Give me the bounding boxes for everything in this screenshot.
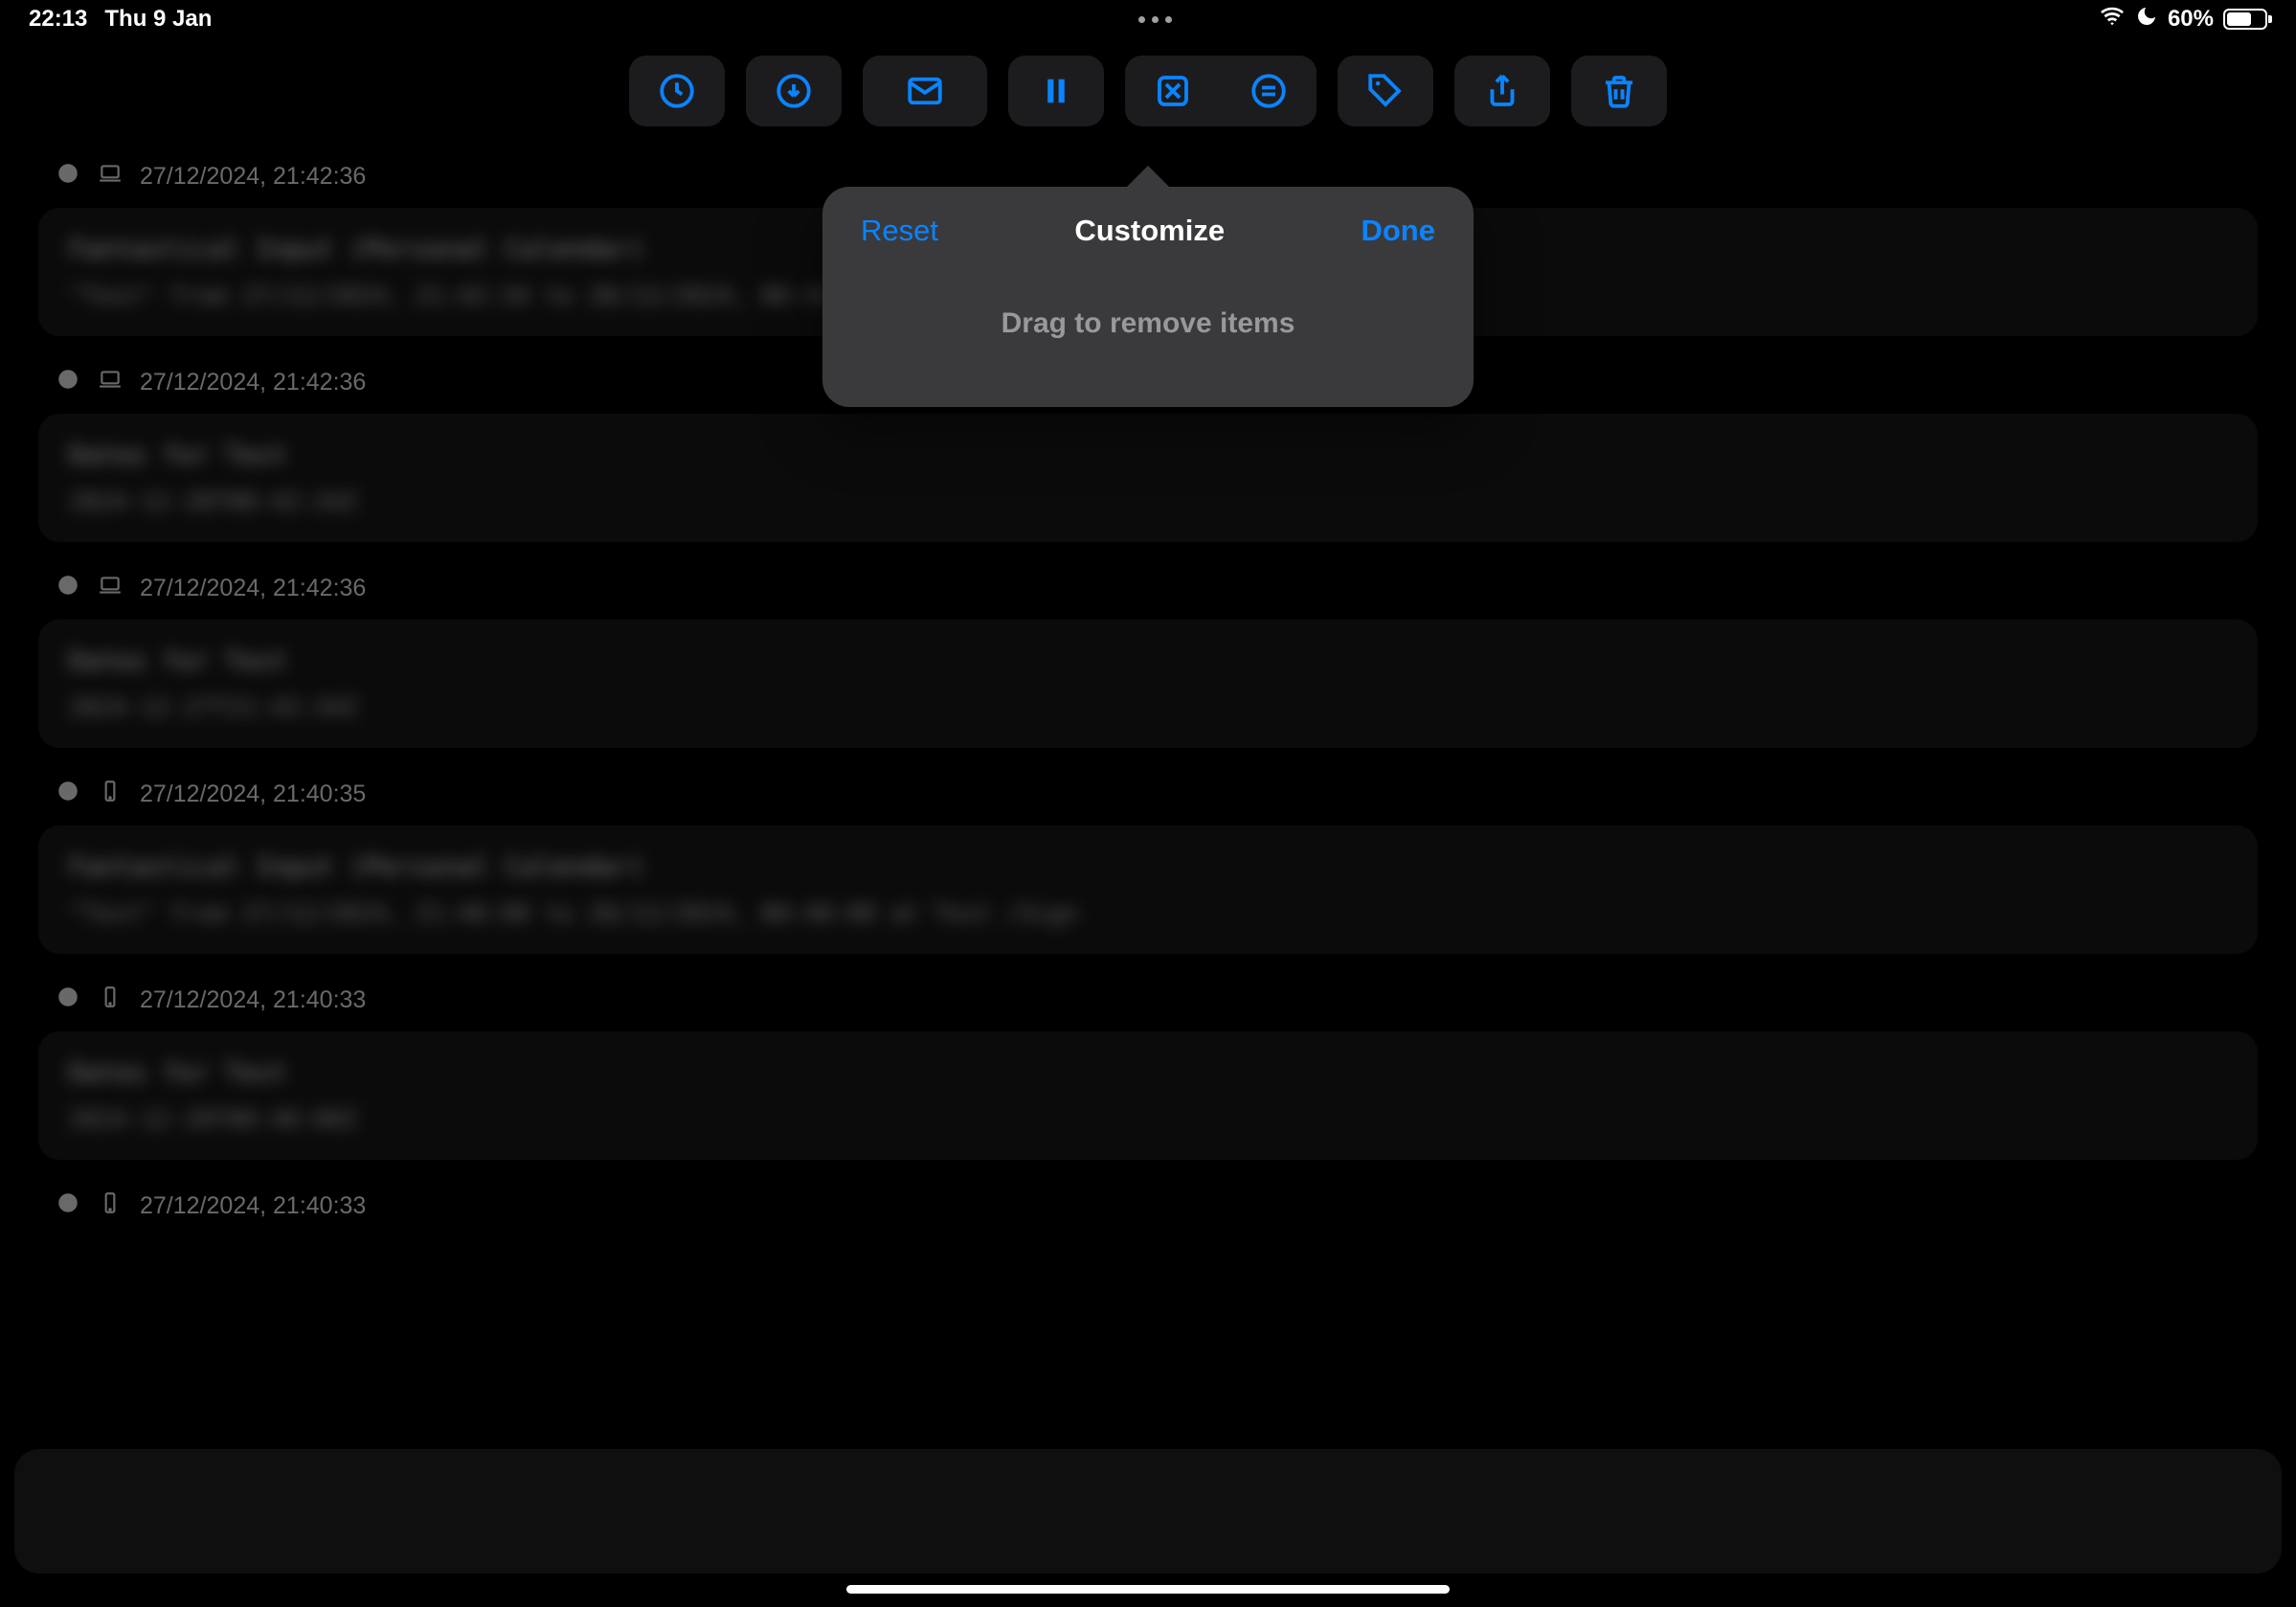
info-icon <box>56 779 80 810</box>
laptop-icon <box>98 573 123 604</box>
entry-timestamp: 27/12/2024, 21:40:33 <box>140 1192 366 1220</box>
status-time: 22:13 <box>29 6 87 33</box>
log-entry[interactable]: 27/12/2024, 21:40:35 Fantastical Input (P… <box>38 779 2258 954</box>
bottom-toolbar[interactable] <box>14 1449 2282 1573</box>
info-icon <box>56 573 80 604</box>
entry-timestamp: 27/12/2024, 21:40:33 <box>140 986 366 1014</box>
phone-icon <box>98 985 123 1016</box>
download-button[interactable] <box>746 56 842 126</box>
popover-instruction: Drag to remove items <box>822 260 1474 407</box>
multitasking-dots-icon[interactable] <box>1138 16 1172 23</box>
entry-card[interactable]: Dates for Test 2024-12-28T00:40:00Z <box>38 1031 2258 1160</box>
mail-button[interactable] <box>863 56 987 126</box>
entry-timestamp: 27/12/2024, 21:40:35 <box>140 781 366 808</box>
info-icon <box>56 161 80 192</box>
status-bar: 22:13 Thu 9 Jan 60% <box>0 0 2296 38</box>
info-icon <box>56 1190 80 1222</box>
entry-body: "Test" from 27/12/2024, 21:40:00 to 28/1… <box>69 899 2227 927</box>
battery-percent: 60% <box>2168 6 2214 33</box>
entry-timestamp: 27/12/2024, 21:42:36 <box>140 575 366 602</box>
home-indicator[interactable] <box>846 1585 1450 1594</box>
reset-button[interactable]: Reset <box>861 214 938 248</box>
entry-card[interactable]: Dates for Test 2024-12-27T21:42:34Z <box>38 620 2258 748</box>
info-icon <box>56 367 80 398</box>
entry-body: 2024-12-28T00:42:34Z <box>69 487 2227 515</box>
entry-title: Fantastical Input (Personal Calendar) <box>69 852 2227 882</box>
toolbar <box>0 56 2296 126</box>
wifi-icon <box>2099 6 2126 34</box>
log-entry[interactable]: 27/12/2024, 21:40:33 <box>38 1190 2258 1237</box>
entry-timestamp: 27/12/2024, 21:42:36 <box>140 163 366 191</box>
entry-card[interactable]: Fantastical Input (Personal Calendar) "Te… <box>38 826 2258 954</box>
phone-icon <box>98 779 123 810</box>
phone-icon <box>98 1190 123 1222</box>
customize-popover: Reset Customize Done Drag to remove item… <box>822 187 1474 407</box>
popover-title: Customize <box>1074 214 1225 248</box>
pause-button[interactable] <box>1008 56 1104 126</box>
filter-button[interactable] <box>1221 56 1317 126</box>
moon-icon <box>2135 5 2158 34</box>
log-entry[interactable]: 27/12/2024, 21:42:36 Dates for Test 2024-1… <box>38 573 2258 748</box>
entry-body: 2024-12-27T21:42:34Z <box>69 693 2227 721</box>
entry-card[interactable]: Dates for Test 2024-12-28T00:42:34Z <box>38 414 2258 542</box>
trash-button[interactable] <box>1571 56 1667 126</box>
info-icon <box>56 985 80 1016</box>
history-button[interactable] <box>629 56 725 126</box>
tag-button[interactable] <box>1338 56 1433 126</box>
entry-title: Dates for Test <box>69 441 2227 470</box>
laptop-icon <box>98 367 123 398</box>
entry-body: 2024-12-28T00:40:00Z <box>69 1105 2227 1133</box>
log-entry[interactable]: 27/12/2024, 21:40:33 Dates for Test 2024-1… <box>38 985 2258 1160</box>
entry-title: Dates for Test <box>69 646 2227 676</box>
laptop-icon <box>98 161 123 192</box>
clear-button[interactable] <box>1125 56 1221 126</box>
status-date: Thu 9 Jan <box>104 6 212 33</box>
done-button[interactable]: Done <box>1361 214 1435 248</box>
entry-title: Dates for Test <box>69 1058 2227 1088</box>
entry-timestamp: 27/12/2024, 21:42:36 <box>140 369 366 396</box>
share-button[interactable] <box>1454 56 1550 126</box>
battery-icon <box>2223 9 2267 30</box>
